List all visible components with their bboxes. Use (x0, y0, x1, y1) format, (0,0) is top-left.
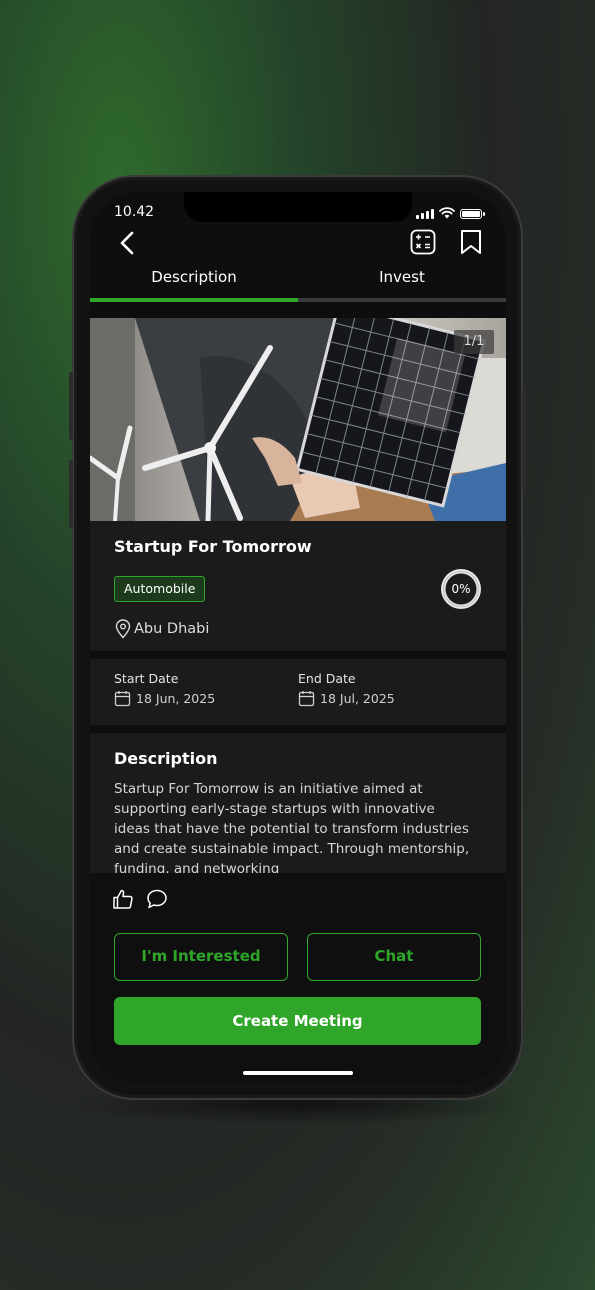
funding-progress-label: 0% (451, 582, 471, 596)
tab-invest[interactable]: Invest (298, 268, 506, 286)
start-date-label: Start Date (114, 671, 179, 686)
battery-icon (460, 209, 485, 219)
start-date: Start Date 18 Jun, 2025 (114, 671, 215, 707)
solar-panel-photo (90, 318, 506, 521)
volume-up-button (69, 372, 73, 440)
tab-active-indicator (90, 298, 298, 302)
home-indicator (243, 1071, 353, 1075)
app-screen: 10.42 Description Invest 1/1 Startup For… (90, 192, 506, 1083)
volume-down-button (69, 460, 73, 528)
action-bar: I'm Interested Chat Create Meeting (90, 873, 506, 1083)
project-summary-card: Startup For Tomorrow Automobile 0% Abu D… (90, 521, 506, 651)
calculator-icon[interactable] (410, 229, 436, 255)
cellular-signal-icon (416, 209, 434, 219)
end-date: End Date 18 Jul, 2025 (298, 671, 395, 707)
end-date-value: 18 Jul, 2025 (320, 691, 395, 706)
bookmark-icon[interactable] (460, 229, 482, 255)
description-heading: Description (114, 749, 218, 768)
image-counter: 1/1 (454, 330, 494, 354)
project-title: Startup For Tomorrow (114, 537, 312, 556)
back-button[interactable] (116, 230, 138, 256)
start-date-value: 18 Jun, 2025 (136, 691, 216, 706)
wifi-icon (439, 207, 455, 219)
category-badge: Automobile (114, 576, 206, 602)
chat-button[interactable]: Chat (307, 933, 481, 981)
status-time: 10.42 (114, 204, 155, 220)
description-card: Description Startup For Tomorrow is an i… (90, 733, 506, 873)
power-button (522, 390, 526, 490)
tab-bar: Description Invest (90, 262, 506, 302)
description-text: Startup For Tomorrow is an initiative ai… (114, 781, 470, 873)
status-icons (416, 207, 485, 219)
notch (184, 192, 412, 222)
project-location: Abu Dhabi (114, 619, 209, 639)
location-pin-icon (115, 619, 131, 639)
project-image[interactable]: 1/1 (90, 318, 506, 521)
dates-card: Start Date 18 Jun, 2025 End Date 18 Jul,… (90, 659, 506, 725)
comment-icon[interactable] (146, 888, 168, 910)
calendar-icon (114, 691, 131, 707)
interested-button[interactable]: I'm Interested (114, 933, 288, 981)
location-label: Abu Dhabi (134, 621, 210, 637)
calendar-icon (298, 691, 315, 707)
tab-description[interactable]: Description (90, 268, 298, 286)
create-meeting-button[interactable]: Create Meeting (114, 997, 481, 1045)
like-icon[interactable] (112, 888, 134, 910)
end-date-label: End Date (298, 671, 356, 686)
